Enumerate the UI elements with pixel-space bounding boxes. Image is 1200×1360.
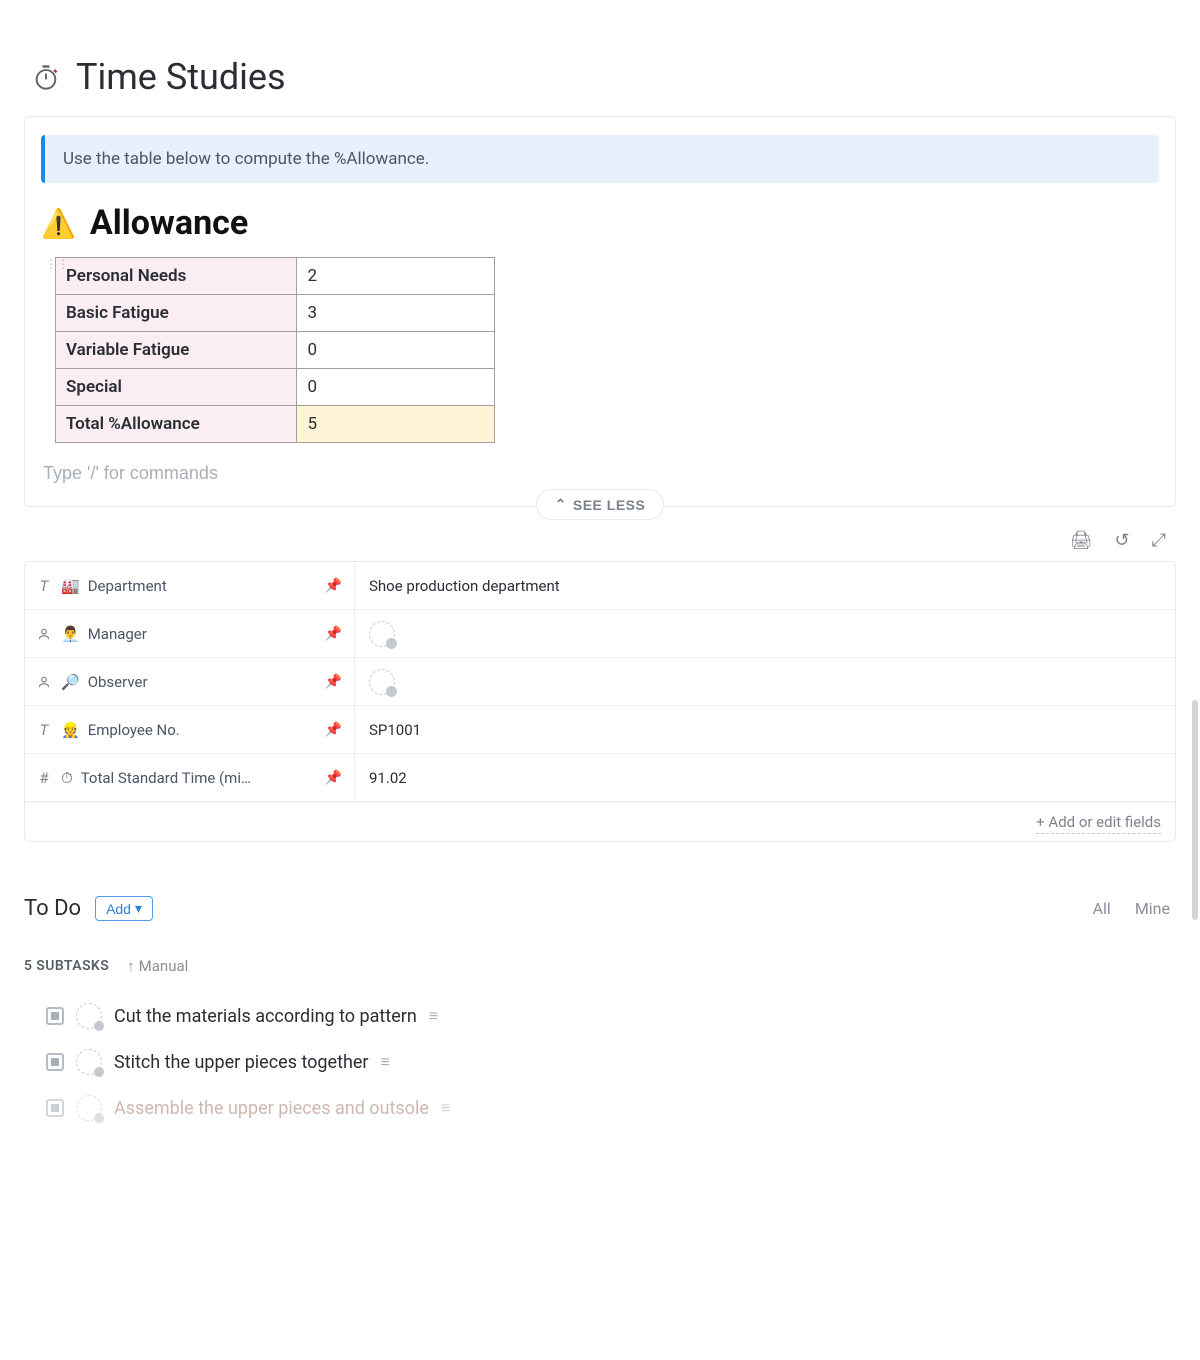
person-type-icon — [35, 627, 53, 641]
field-row-manager: 👨‍💼 Manager 📌 — [25, 610, 1175, 658]
pin-icon[interactable]: 📌 — [325, 626, 342, 642]
page-title-row: Time Studies — [24, 0, 1176, 116]
empty-assignee-icon[interactable] — [76, 1003, 102, 1029]
text-type-icon: T — [35, 577, 53, 595]
doc-action-bar: 🖨 ↺ ⤢ — [24, 520, 1176, 551]
field-row-department: T 🏭 Department 📌 Shoe production departm… — [25, 562, 1175, 610]
pin-icon[interactable]: 📌 — [325, 578, 342, 594]
callout-text: Use the table below to compute the %Allo… — [45, 135, 447, 183]
field-row-total-standard-time: # ⏱ Total Standard Time (mi… 📌 91.02 — [25, 754, 1175, 802]
drag-handle-icon[interactable]: ⋮⋮ — [45, 257, 69, 271]
subtask-title[interactable]: Assemble the upper pieces and outsole — [114, 1098, 429, 1119]
checkbox[interactable] — [46, 1053, 64, 1071]
chevron-up-icon: ⌃ — [555, 496, 567, 513]
field-name: Employee No. — [88, 721, 317, 739]
field-value[interactable]: 91.02 — [355, 754, 1175, 801]
manager-icon: 👨‍💼 — [61, 625, 80, 643]
table-row-total: Total %Allowance5 — [56, 406, 495, 443]
table-row: Personal Needs2 — [56, 258, 495, 295]
checkbox[interactable] — [46, 1099, 64, 1117]
field-row-observer: 🔎 Observer 📌 — [25, 658, 1175, 706]
subtasks-meta: 5 SUBTASKS ↑ Manual — [24, 957, 1176, 975]
pin-icon[interactable]: 📌 — [325, 722, 342, 738]
print-icon[interactable]: 🖨 — [1070, 530, 1093, 551]
table-row: Basic Fatigue3 — [56, 295, 495, 332]
subtask-title[interactable]: Stitch the upper pieces together — [114, 1052, 369, 1073]
todo-filters: All Mine — [1093, 899, 1176, 918]
subtask-list: Cut the materials according to pattern ≡… — [24, 993, 1176, 1131]
document-card: Use the table below to compute the %Allo… — [24, 116, 1176, 507]
pin-icon[interactable]: 📌 — [325, 674, 342, 690]
empty-assignee-icon[interactable] — [76, 1049, 102, 1075]
add-subtask-button[interactable]: Add▾ — [95, 896, 153, 921]
pin-icon[interactable]: 📌 — [325, 770, 342, 786]
add-edit-fields-button[interactable]: + Add or edit fields — [25, 802, 1175, 841]
empty-assignee-icon[interactable] — [369, 669, 395, 695]
filter-mine[interactable]: Mine — [1135, 899, 1170, 918]
see-less-label: SEE LESS — [573, 497, 645, 513]
see-less-button[interactable]: ⌃ SEE LESS — [536, 489, 665, 520]
stopwatch-icon — [32, 63, 60, 91]
factory-icon: 🏭 — [61, 577, 80, 595]
subtask-title[interactable]: Cut the materials according to pattern — [114, 1006, 417, 1027]
allowance-table: Personal Needs2 Basic Fatigue3 Variable … — [55, 257, 495, 443]
field-name: Observer — [88, 673, 317, 691]
checkbox[interactable] — [46, 1007, 64, 1025]
field-row-employee-no: T 👷 Employee No. 📌 SP1001 — [25, 706, 1175, 754]
subtasks-count: 5 SUBTASKS — [24, 958, 109, 974]
allowance-heading: ⚠️ Allowance — [41, 197, 1159, 253]
subtask-item: Stitch the upper pieces together ≡ — [24, 1039, 1176, 1085]
description-icon[interactable]: ≡ — [429, 1006, 438, 1026]
magnifier-icon: 🔎 — [61, 673, 80, 691]
page-title: Time Studies — [76, 56, 286, 98]
field-value[interactable] — [355, 610, 1175, 657]
custom-fields-panel: T 🏭 Department 📌 Shoe production departm… — [24, 561, 1176, 842]
timer-icon: ⏱ — [61, 769, 73, 787]
field-name: Department — [88, 577, 317, 595]
table-row: Special0 — [56, 369, 495, 406]
subtask-item: Cut the materials according to pattern ≡ — [24, 993, 1176, 1039]
subtask-item: Assemble the upper pieces and outsole ≡ — [24, 1085, 1176, 1131]
table-row: Variable Fatigue0 — [56, 332, 495, 369]
empty-assignee-icon[interactable] — [369, 621, 395, 647]
expand-icon[interactable]: ⤢ — [1152, 530, 1166, 551]
field-value[interactable]: SP1001 — [355, 706, 1175, 753]
allowance-heading-text: Allowance — [90, 203, 248, 243]
sort-button[interactable]: ↑ Manual — [127, 957, 188, 975]
empty-assignee-icon[interactable] — [76, 1095, 102, 1121]
person-type-icon — [35, 675, 53, 689]
description-icon[interactable]: ≡ — [381, 1052, 390, 1072]
chevron-down-icon: ▾ — [135, 900, 142, 917]
field-value[interactable]: Shoe production department — [355, 562, 1175, 609]
warning-icon: ⚠️ — [41, 207, 76, 240]
description-icon[interactable]: ≡ — [441, 1098, 450, 1118]
field-value[interactable] — [355, 658, 1175, 705]
field-name: Total Standard Time (mi… — [81, 769, 317, 787]
text-type-icon: T — [35, 721, 53, 739]
field-name: Manager — [88, 625, 317, 643]
worker-icon: 👷 — [61, 721, 80, 739]
number-type-icon: # — [35, 769, 53, 787]
arrow-up-icon: ↑ — [127, 957, 135, 975]
info-callout: Use the table below to compute the %Allo… — [41, 135, 1159, 183]
filter-all[interactable]: All — [1093, 899, 1111, 918]
history-icon[interactable]: ↺ — [1115, 530, 1130, 551]
todo-header: To Do Add▾ All Mine — [24, 896, 1176, 921]
scrollbar[interactable] — [1192, 700, 1198, 920]
todo-title: To Do — [24, 896, 81, 921]
